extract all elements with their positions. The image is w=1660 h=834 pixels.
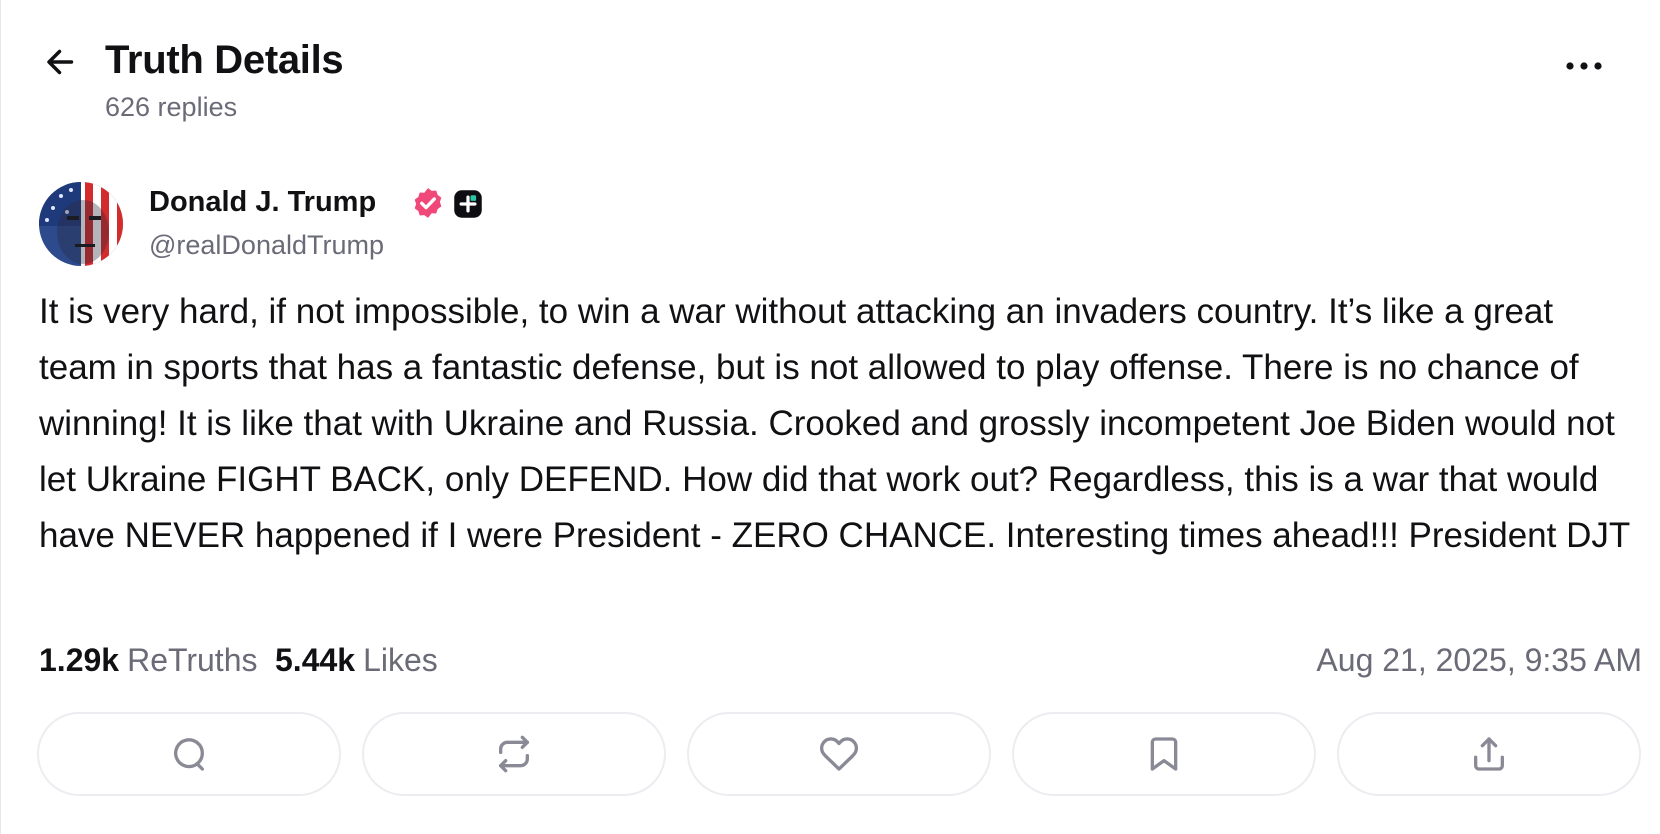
likes-count: 5.44k xyxy=(275,642,356,678)
author-handle[interactable]: @realDonaldTrump xyxy=(149,230,384,261)
action-bar xyxy=(37,712,1641,798)
heart-icon xyxy=(819,737,859,771)
more-horizontal-icon xyxy=(1566,62,1602,70)
likes-stat[interactable]: 5.44k Likes xyxy=(275,642,438,679)
retruth-icon xyxy=(499,735,529,773)
page-title: Truth Details xyxy=(105,38,344,82)
verified-badge-icon xyxy=(414,188,442,218)
post-text: It is very hard, if not impossible, to w… xyxy=(39,292,1631,555)
share-icon xyxy=(1474,737,1504,771)
truth-details-page: Truth Details 626 replies Donald J. Trum… xyxy=(0,0,1660,834)
plus-badge-icon xyxy=(454,190,482,218)
retruths-stat[interactable]: 1.29k ReTruths xyxy=(39,642,257,679)
avatar[interactable] xyxy=(39,182,123,266)
replies-count: 626 replies xyxy=(105,92,238,122)
bookmark-icon xyxy=(1150,737,1178,771)
arrow-left-icon xyxy=(47,49,74,75)
retruth-button[interactable] xyxy=(362,712,666,796)
like-button[interactable] xyxy=(687,712,991,796)
reply-button[interactable] xyxy=(37,712,341,796)
reply-icon xyxy=(174,738,204,771)
share-button[interactable] xyxy=(1337,712,1641,796)
avatar-image xyxy=(39,182,123,266)
bookmark-button[interactable] xyxy=(1012,712,1316,796)
back-button[interactable] xyxy=(41,42,81,82)
post-stats: 1.29k ReTruths 5.44k Likes Aug 21, 2025, 9… xyxy=(39,642,1642,682)
author-name[interactable]: Donald J. Trump xyxy=(149,186,376,219)
header: Truth Details 626 replies xyxy=(41,36,1620,126)
retruths-count: 1.29k xyxy=(39,642,120,678)
retruths-label: ReTruths xyxy=(127,642,258,678)
post-timestamp: Aug 21, 2025, 9:35 AM xyxy=(1316,642,1642,678)
likes-label: Likes xyxy=(363,642,438,678)
more-options-button[interactable] xyxy=(1556,46,1612,86)
